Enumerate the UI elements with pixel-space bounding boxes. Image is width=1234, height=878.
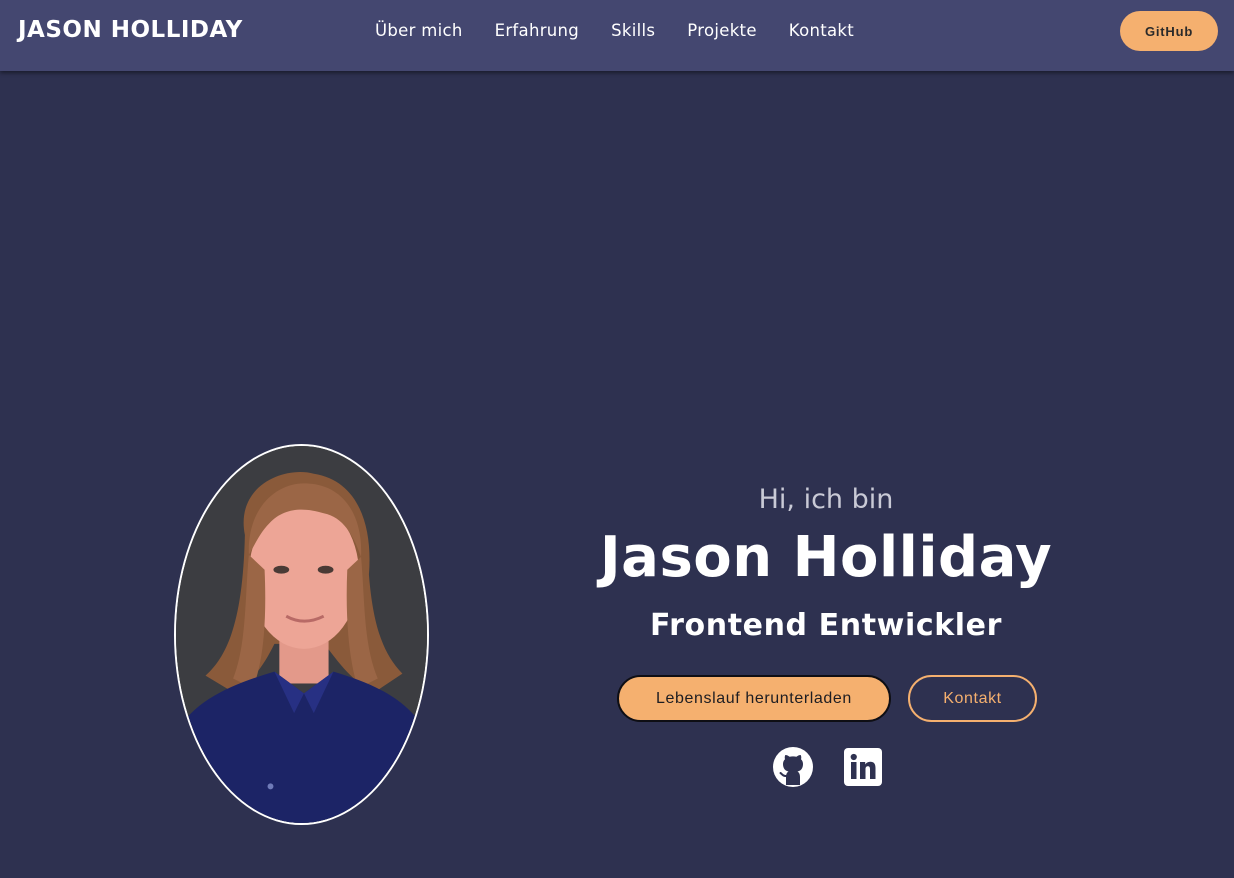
linkedin-icon[interactable] [843, 747, 883, 787]
hero-name: Jason Holliday [599, 525, 1053, 590]
nav-link-ueber-mich[interactable]: Über mich [375, 21, 463, 40]
github-button[interactable]: GitHub [1120, 11, 1218, 51]
nav-link-projekte[interactable]: Projekte [687, 21, 757, 40]
nav-link-kontakt[interactable]: Kontakt [789, 21, 854, 40]
download-cv-button[interactable]: Lebenslauf herunterladen [617, 675, 891, 722]
social-links [773, 747, 883, 787]
hero-role: Frontend Entwickler [649, 608, 1003, 643]
cta-buttons: Lebenslauf herunterladen Kontakt [617, 675, 1037, 722]
nav-link-erfahrung[interactable]: Erfahrung [495, 21, 579, 40]
hero-greeting: Hi, ich bin [758, 484, 894, 515]
github-icon[interactable] [773, 747, 813, 787]
hero-intro: Hi, ich bin Jason Holliday Frontend Entw… [520, 480, 1132, 646]
brand-logo[interactable]: JASON HOLLIDAY [18, 17, 243, 43]
contact-button[interactable]: Kontakt [908, 675, 1037, 722]
nav-link-skills[interactable]: Skills [611, 21, 655, 40]
profile-photo [174, 444, 429, 825]
navbar: JASON HOLLIDAY Über mich Erfahrung Skill… [0, 0, 1234, 71]
nav-links: Über mich Erfahrung Skills Projekte Kont… [375, 21, 854, 40]
profile-photo-illustration [176, 446, 427, 823]
